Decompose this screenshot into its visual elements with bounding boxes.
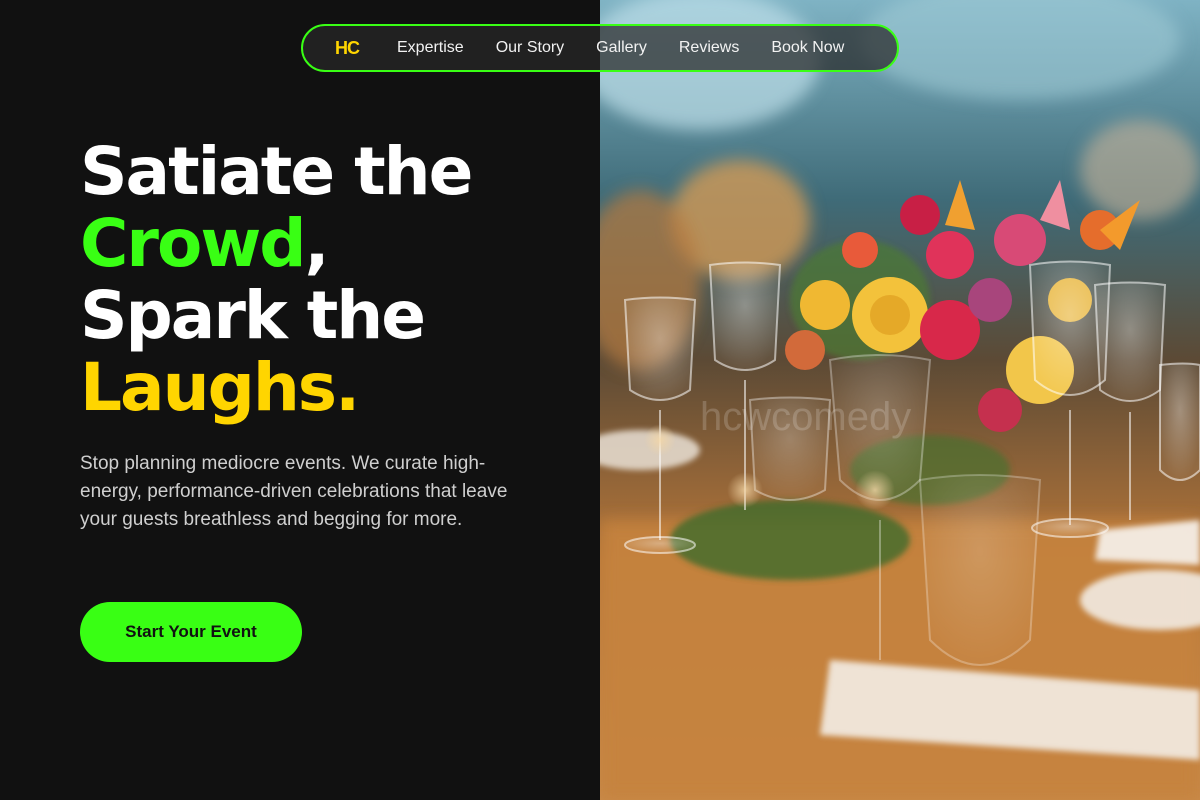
top-navigation: HC Expertise Our Story Gallery Reviews B… <box>301 24 899 72</box>
headline-period: . <box>335 349 360 426</box>
hero-text-panel: Satiate the Crowd, Spark the Laughs. Sto… <box>0 0 600 800</box>
headline-line-3: Spark the <box>80 277 426 354</box>
headline-line-2: Crowd, <box>80 208 580 280</box>
nav-link-reviews[interactable]: Reviews <box>679 39 739 57</box>
headline-line-1: Satiate the <box>80 133 473 210</box>
headline-accent-crowd: Crowd <box>80 205 307 282</box>
nav-link-our-story[interactable]: Our Story <box>496 39 564 57</box>
headline-accent-laughs: Laughs <box>80 349 337 426</box>
brand-logo[interactable]: HC <box>335 38 360 59</box>
headline-line-4: Laughs. <box>80 352 580 424</box>
headline-comma: , <box>304 205 330 282</box>
nav-link-book-now[interactable]: Book Now <box>771 39 844 57</box>
nav-link-gallery[interactable]: Gallery <box>596 39 647 57</box>
hero-headline: Satiate the Crowd, Spark the Laughs. <box>80 136 580 424</box>
nav-link-expertise[interactable]: Expertise <box>397 39 464 57</box>
start-event-button[interactable]: Start Your Event <box>80 602 302 662</box>
image-watermark: hcwcomedy <box>700 395 912 439</box>
page: Satiate the Crowd, Spark the Laughs. Sto… <box>0 0 1200 800</box>
hero-subtext: Stop planning mediocre events. We curate… <box>80 453 508 530</box>
